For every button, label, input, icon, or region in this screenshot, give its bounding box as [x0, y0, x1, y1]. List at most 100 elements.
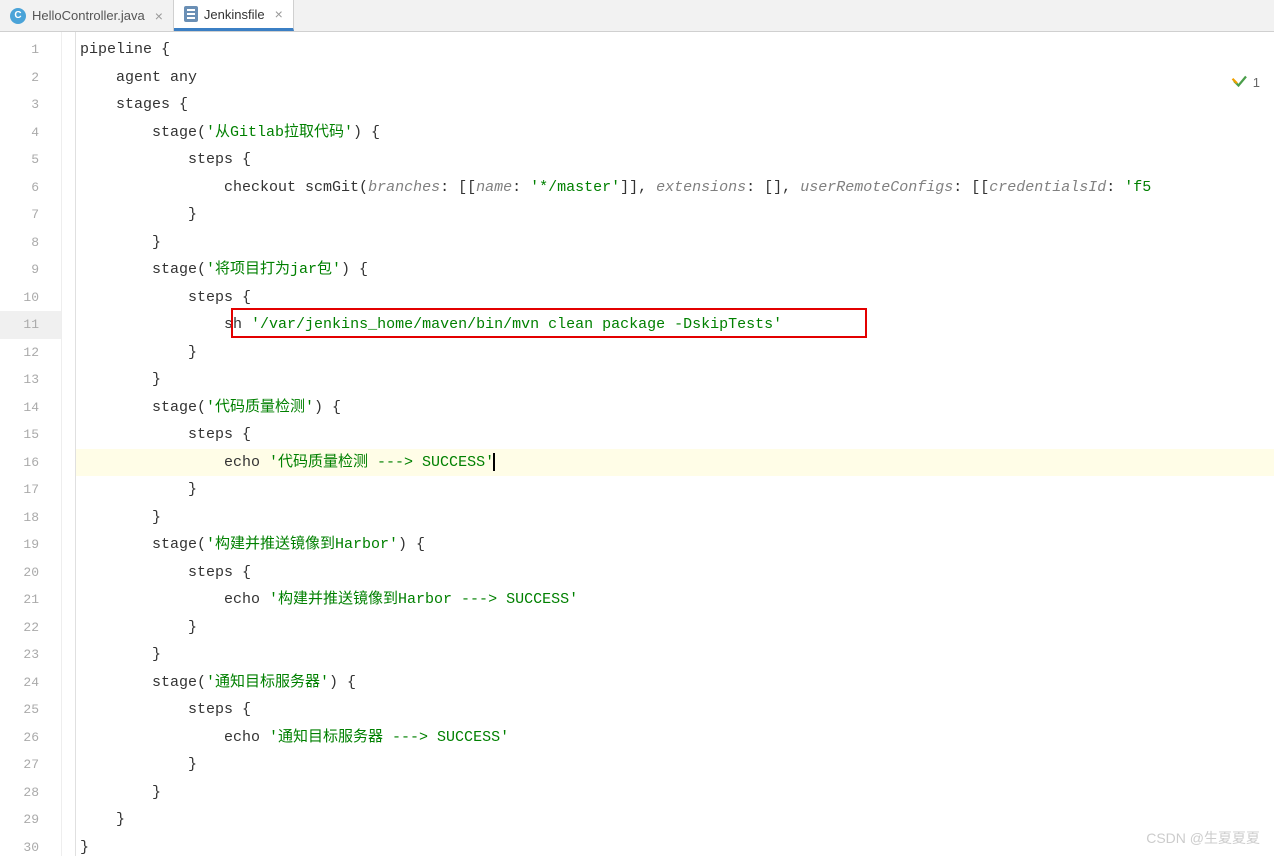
line-number-gutter: 1234567891011121314151617181920212223242…: [0, 32, 62, 856]
code-line[interactable]: steps {: [76, 696, 1274, 724]
line-number[interactable]: 9: [0, 256, 61, 284]
code-line[interactable]: stage('构建并推送镜像到Harbor') {: [76, 531, 1274, 559]
code-line[interactable]: stage('通知目标服务器') {: [76, 669, 1274, 697]
code-token: '构建并推送镜像到Harbor ---> SUCCESS': [269, 591, 578, 608]
code-line[interactable]: checkout scmGit(branches: [[name: '*/mas…: [76, 174, 1274, 202]
line-number[interactable]: 3: [0, 91, 61, 119]
line-number[interactable]: 30: [0, 834, 61, 856]
code-token: : [[: [440, 179, 476, 196]
line-number[interactable]: 2: [0, 64, 61, 92]
code-token: steps {: [188, 151, 251, 168]
code-line[interactable]: echo '代码质量检测 ---> SUCCESS': [76, 449, 1274, 477]
code-line[interactable]: }: [76, 806, 1274, 834]
code-token: '/var/jenkins_home/maven/bin/mvn clean p…: [251, 316, 782, 333]
line-number[interactable]: 28: [0, 779, 61, 807]
code-line[interactable]: echo '通知目标服务器 ---> SUCCESS': [76, 724, 1274, 752]
line-number[interactable]: 1: [0, 36, 61, 64]
watermark: CSDN @生夏夏夏: [1146, 828, 1260, 848]
code-token: sh: [224, 316, 251, 333]
line-number[interactable]: 7: [0, 201, 61, 229]
line-number[interactable]: 27: [0, 751, 61, 779]
line-number[interactable]: 5: [0, 146, 61, 174]
code-line[interactable]: }: [76, 641, 1274, 669]
code-token: ) {: [329, 674, 356, 691]
editor-tab[interactable]: Jenkinsfile×: [174, 0, 294, 31]
line-number[interactable]: 10: [0, 284, 61, 312]
code-token: '构建并推送镜像到Harbor': [206, 536, 398, 553]
code-token: stages {: [116, 96, 188, 113]
code-line[interactable]: }: [76, 779, 1274, 807]
code-line[interactable]: stages {: [76, 91, 1274, 119]
code-token: :: [512, 179, 530, 196]
code-token: name: [476, 179, 512, 196]
line-number[interactable]: 29: [0, 806, 61, 834]
code-token: }: [188, 756, 197, 773]
line-number[interactable]: 14: [0, 394, 61, 422]
code-token: steps {: [188, 289, 251, 306]
line-number[interactable]: 16: [0, 449, 61, 477]
code-token: ) {: [353, 124, 380, 141]
code-line[interactable]: }: [76, 366, 1274, 394]
line-number[interactable]: 22: [0, 614, 61, 642]
code-token: }: [188, 481, 197, 498]
line-number[interactable]: 25: [0, 696, 61, 724]
close-icon[interactable]: ×: [275, 6, 283, 22]
code-line[interactable]: steps {: [76, 284, 1274, 312]
line-number[interactable]: 26: [0, 724, 61, 752]
code-token: '*/master': [530, 179, 620, 196]
line-number[interactable]: 15: [0, 421, 61, 449]
code-line[interactable]: echo '构建并推送镜像到Harbor ---> SUCCESS': [76, 586, 1274, 614]
code-line[interactable]: agent any: [76, 64, 1274, 92]
line-number[interactable]: 6: [0, 174, 61, 202]
code-line[interactable]: }: [76, 339, 1274, 367]
code-token: }: [152, 646, 161, 663]
code-line[interactable]: }: [76, 201, 1274, 229]
code-token: }: [188, 344, 197, 361]
code-token: '通知目标服务器 ---> SUCCESS': [269, 729, 509, 746]
code-token: : [[: [953, 179, 989, 196]
code-line[interactable]: }: [76, 476, 1274, 504]
close-icon[interactable]: ×: [155, 8, 163, 24]
line-number[interactable]: 11: [0, 311, 61, 339]
line-number[interactable]: 8: [0, 229, 61, 257]
code-line[interactable]: stage('代码质量检测') {: [76, 394, 1274, 422]
code-line[interactable]: pipeline {: [76, 36, 1274, 64]
code-token: 'f5: [1124, 179, 1151, 196]
code-token: }: [188, 619, 197, 636]
line-number[interactable]: 24: [0, 669, 61, 697]
editor-body: 1234567891011121314151617181920212223242…: [0, 32, 1274, 856]
line-number[interactable]: 12: [0, 339, 61, 367]
tab-label: HelloController.java: [32, 8, 145, 23]
code-token: stage(: [152, 124, 206, 141]
code-line[interactable]: }: [76, 751, 1274, 779]
code-line[interactable]: stage('从Gitlab拉取代码') {: [76, 119, 1274, 147]
line-number[interactable]: 23: [0, 641, 61, 669]
code-token: '从Gitlab拉取代码': [206, 124, 353, 141]
code-token: }: [80, 839, 89, 856]
editor-container: CHelloController.java×Jenkinsfile× 12345…: [0, 0, 1274, 856]
line-number[interactable]: 17: [0, 476, 61, 504]
problems-indicator[interactable]: 1: [1231, 72, 1260, 93]
line-number[interactable]: 20: [0, 559, 61, 587]
code-token: steps {: [188, 564, 251, 581]
code-token: stage(: [152, 261, 206, 278]
line-number[interactable]: 4: [0, 119, 61, 147]
code-line[interactable]: steps {: [76, 421, 1274, 449]
line-number[interactable]: 13: [0, 366, 61, 394]
code-line[interactable]: sh '/var/jenkins_home/maven/bin/mvn clea…: [76, 311, 1274, 339]
code-line[interactable]: }: [76, 504, 1274, 532]
code-line[interactable]: }: [76, 834, 1274, 856]
code-token: '通知目标服务器': [206, 674, 329, 691]
code-line[interactable]: stage('将项目打为jar包') {: [76, 256, 1274, 284]
editor-tab[interactable]: CHelloController.java×: [0, 0, 174, 31]
line-number[interactable]: 21: [0, 586, 61, 614]
line-number[interactable]: 18: [0, 504, 61, 532]
code-line[interactable]: steps {: [76, 559, 1274, 587]
code-line[interactable]: }: [76, 229, 1274, 257]
code-line[interactable]: }: [76, 614, 1274, 642]
code-line[interactable]: steps {: [76, 146, 1274, 174]
code-token: stage(: [152, 674, 206, 691]
line-number[interactable]: 19: [0, 531, 61, 559]
code-area[interactable]: pipeline { agent any stages { stage('从Gi…: [76, 32, 1274, 856]
code-token: '代码质量检测': [206, 399, 314, 416]
